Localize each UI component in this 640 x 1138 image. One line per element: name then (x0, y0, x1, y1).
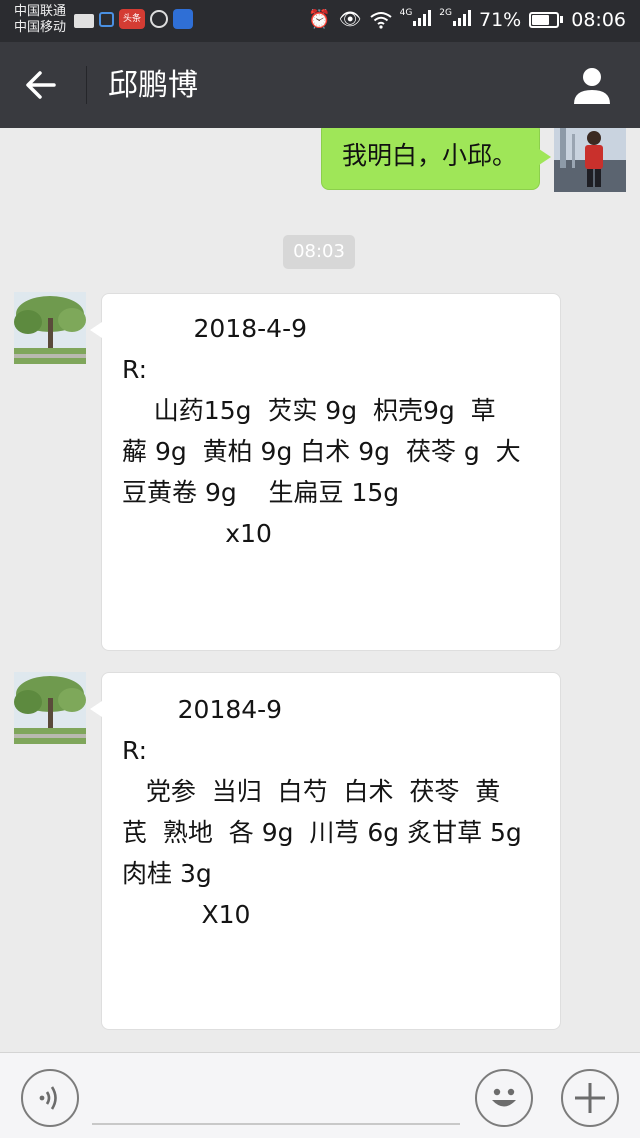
received-message-bubble[interactable]: 20184-9 R: 党参 当归 白芍 白术 茯苓 黄 芪 熟地 各 9g 川芎… (90, 672, 561, 1030)
battery-icon (529, 11, 564, 28)
battery-percent: 71% (479, 8, 522, 31)
contact-avatar[interactable] (14, 292, 86, 364)
message-line: x10 (122, 519, 272, 548)
chat-title: 邱鹏博 (108, 68, 198, 103)
voice-icon (39, 1086, 57, 1110)
input-bar (0, 1052, 640, 1138)
my-avatar[interactable] (554, 128, 626, 192)
profile-button[interactable] (570, 64, 614, 108)
carrier-1: 中国联通 (14, 4, 67, 19)
contact-avatar-image (14, 672, 86, 744)
message-line: R: (122, 736, 148, 765)
message-line: 20184-9 (122, 695, 283, 724)
received-message-bubble[interactable]: 2018-4-9 R: 山药15g 芡实 9g 枳壳9g 草 薢 9g 黄柏 9… (90, 293, 561, 651)
signal-1: 4G (400, 8, 432, 31)
carrier-2: 中国移动 (14, 20, 67, 35)
chat-header: 邱鹏博 (0, 42, 640, 128)
voice-button[interactable] (21, 1069, 79, 1127)
message-line: 党参 当归 白芍 白术 茯苓 黄 (122, 777, 501, 806)
status-bar: 中国联通 中国移动 头条 ⏰ 👁 4G 2G 71% 08:06 (0, 0, 640, 42)
message-input[interactable] (92, 1073, 460, 1125)
more-button[interactable] (561, 1069, 619, 1127)
plus-icon (575, 1083, 605, 1113)
emoji-icon (492, 1088, 516, 1107)
lock-icon (99, 11, 114, 27)
back-arrow-icon (26, 71, 56, 99)
system-status: ⏰ 👁 4G 2G 71% 08:06 (308, 8, 626, 31)
my-avatar-image (554, 128, 626, 192)
wifi-icon (369, 11, 392, 29)
message-timestamp: 08:03 (283, 235, 355, 269)
sent-message-bubble[interactable]: 我明白，小邱。 (320, 128, 552, 190)
message-line: 2018-4-9 (122, 314, 307, 343)
emoji-button[interactable] (475, 1069, 533, 1127)
notification-icons: 头条 (74, 9, 193, 29)
message-line: 芪 熟地 各 9g 川芎 6g 炙甘草 5g (122, 818, 522, 847)
signal-2: 2G (439, 8, 471, 31)
chat-screen: 中国联通 中国移动 头条 ⏰ 👁 4G 2G 71% 08:06 邱鹏博 我明白… (0, 0, 640, 1138)
eye-icon: 👁 (338, 9, 362, 30)
message-line: X10 (122, 900, 251, 929)
message-line: 山药15g 芡实 9g 枳壳9g 草 (122, 396, 496, 425)
contact-avatar-image (14, 292, 86, 364)
sent-message-text: 我明白，小邱。 (341, 141, 517, 170)
message-list[interactable]: 我明白，小邱。 08:03 2018-4-9 R: 山药15g 芡实 9g 枳壳… (0, 128, 640, 1052)
briefcase-icon (74, 13, 94, 28)
clock: 08:06 (571, 8, 626, 31)
message-line: 薢 9g 黄柏 9g 白术 9g 茯苓 g 大 (122, 437, 521, 466)
message-line: R: (122, 355, 148, 384)
message-line: 豆黄卷 9g 生扁豆 15g (122, 478, 400, 507)
signal-icon (453, 8, 471, 26)
signal-1-label: 4G (399, 8, 413, 18)
header-divider (86, 66, 87, 104)
message-line: 肉桂 3g (122, 859, 212, 888)
signal-icon (413, 8, 432, 26)
toutiao-icon: 头条 (119, 9, 145, 29)
person-icon (574, 68, 610, 104)
contact-avatar[interactable] (14, 672, 86, 744)
alarm-icon: ⏰ (308, 9, 331, 30)
paw-icon (173, 9, 193, 29)
chat-bubble-icon (150, 10, 168, 28)
signal-2-label: 2G (439, 8, 452, 18)
carrier-info: 中国联通 中国移动 (14, 4, 66, 36)
back-button[interactable] (18, 62, 64, 108)
